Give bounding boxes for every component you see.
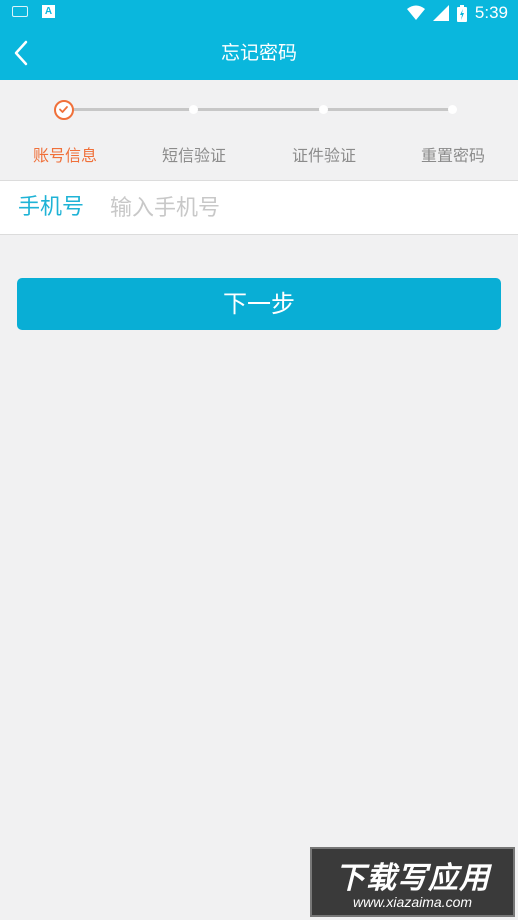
phone-field-row: 手机号 (0, 180, 518, 235)
watermark-title: 下载写应用 (335, 861, 490, 896)
page-title: 忘记密码 (220, 42, 297, 64)
step-label-sms: 短信验证 (161, 146, 226, 165)
step-label-account: 账号信息 (32, 146, 97, 165)
step-connector (72, 108, 452, 111)
watermark-logo: 下载写应用 www.xiazaima.com (310, 847, 515, 917)
step-label-id: 证件验证 (291, 146, 356, 165)
step-3-indicator (319, 105, 328, 114)
status-bar: A 5:39 (0, 0, 518, 26)
watermark-url: www.xiazaima.com (352, 894, 473, 910)
wifi-icon (406, 5, 425, 20)
step-1-indicator (54, 100, 74, 120)
check-icon (59, 106, 68, 113)
a-badge-icon: A (42, 5, 55, 18)
status-time: 5:39 (474, 3, 508, 22)
step-label-reset: 重置密码 (420, 146, 485, 165)
battery-icon (456, 4, 467, 22)
signal-icon (432, 5, 449, 21)
phone-input[interactable] (110, 189, 500, 227)
progress-stepper: 账号信息 短信验证 证件验证 重置密码 (0, 80, 518, 180)
step-4-indicator (448, 105, 457, 114)
keyboard-icon (12, 6, 28, 17)
next-step-button[interactable]: 下一步 (17, 278, 501, 330)
phone-label: 手机号 (18, 195, 85, 220)
app-bar: 忘记密码 (0, 26, 518, 80)
step-2-indicator (189, 105, 198, 114)
